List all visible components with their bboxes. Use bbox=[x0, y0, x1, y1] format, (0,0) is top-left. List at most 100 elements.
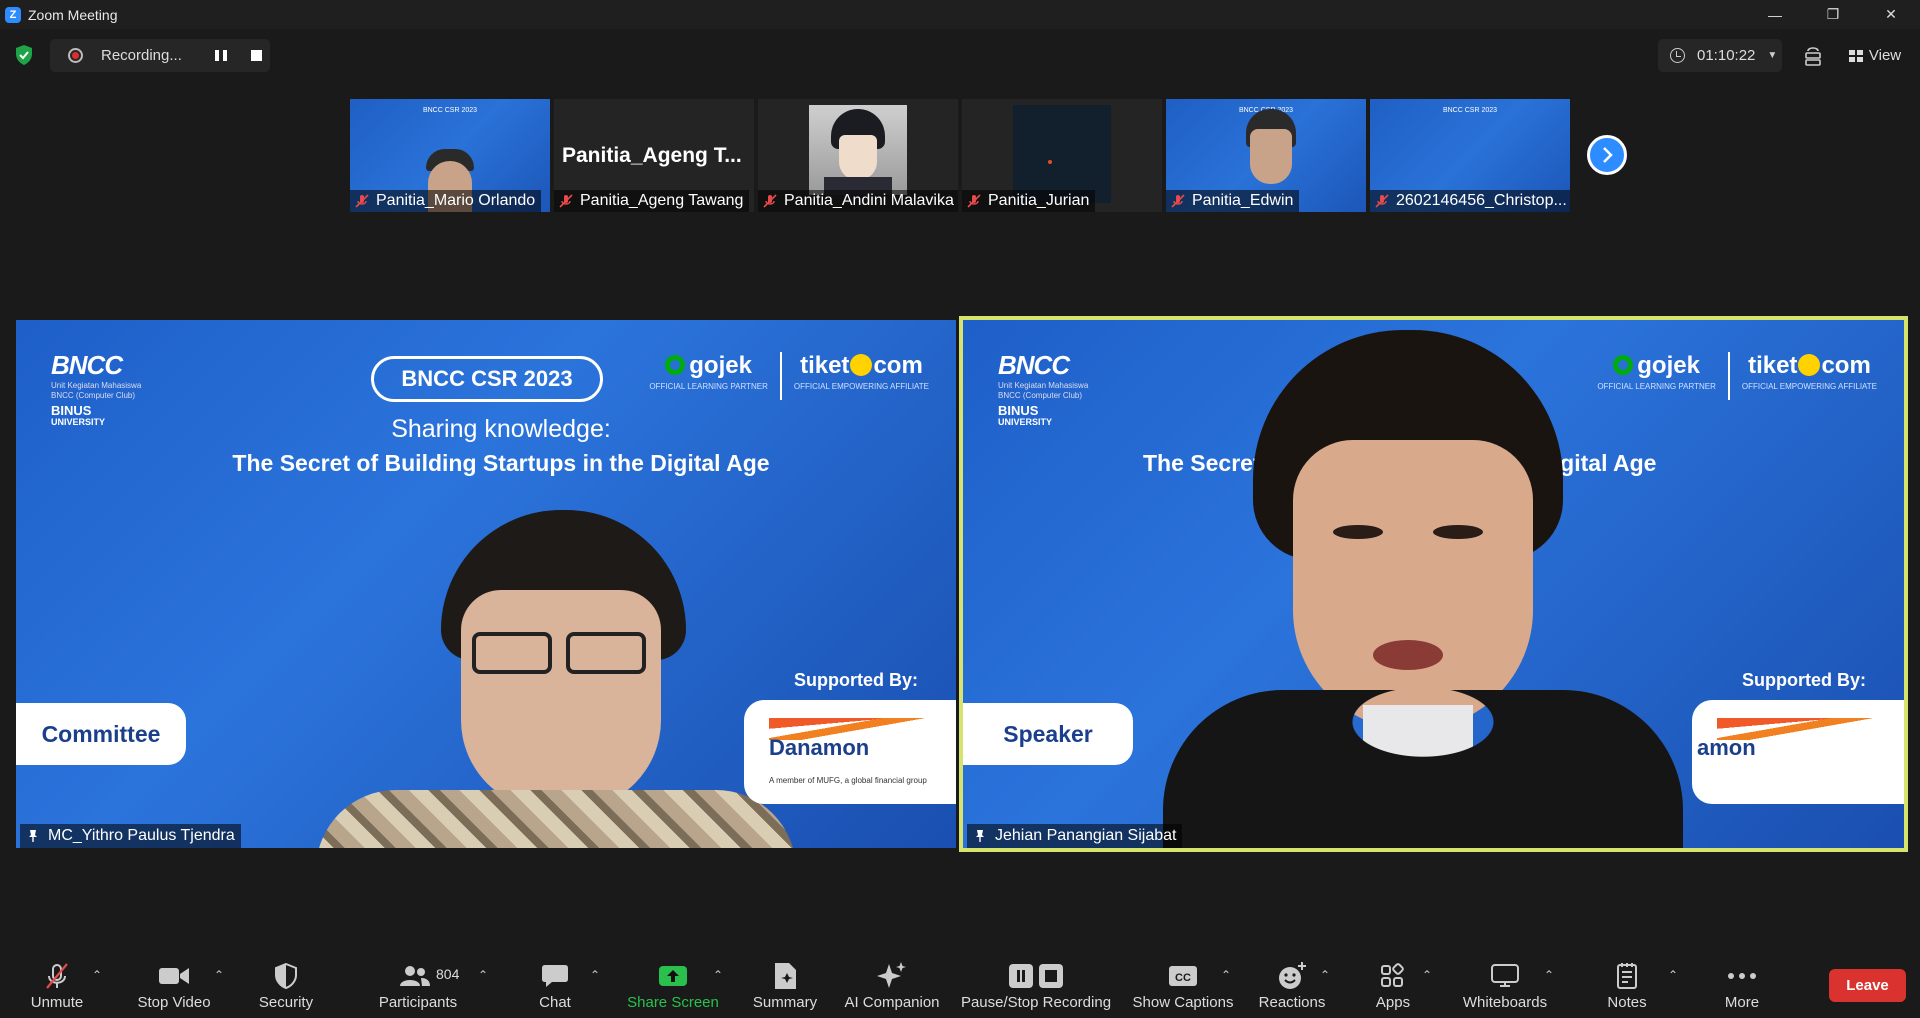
close-button[interactable]: ✕ bbox=[1862, 0, 1920, 29]
share-screen-button[interactable]: Share Screen bbox=[625, 959, 721, 1017]
chat-options-button[interactable]: ⌃ bbox=[586, 966, 604, 984]
share-screen-label: Share Screen bbox=[627, 994, 719, 1011]
more-button[interactable]: More bbox=[1716, 959, 1768, 1017]
leave-button[interactable]: Leave bbox=[1829, 969, 1906, 1002]
org-name: BNCC bbox=[51, 350, 123, 380]
immersive-layout-button[interactable] bbox=[1798, 41, 1828, 71]
meeting-toolbar: Unmute ⌃ Stop Video ⌃ Security Participa… bbox=[0, 948, 1920, 1018]
muted-mic-icon bbox=[355, 194, 369, 208]
chat-bubble-icon bbox=[542, 965, 568, 987]
participant-name: Panitia_Andini Malavika bbox=[784, 192, 954, 209]
layout-icon bbox=[1805, 47, 1821, 66]
participant-face bbox=[1250, 129, 1292, 184]
recording-label: Recording... bbox=[101, 47, 182, 64]
ai-companion-button[interactable]: AI Companion bbox=[842, 959, 942, 1017]
filmstrip-tile[interactable]: Panitia_Andini Malavika bbox=[758, 99, 958, 212]
partner-gojek: gojek OFFICIAL LEARNING PARTNER bbox=[1585, 352, 1728, 391]
partner-role: OFFICIAL EMPOWERING AFFILIATE bbox=[1741, 382, 1877, 391]
chevron-right-icon bbox=[1603, 147, 1613, 163]
participant-name: Panitia_Mario Orlando bbox=[376, 192, 536, 209]
sparkle-icon bbox=[877, 962, 906, 988]
muted-mic-icon bbox=[46, 963, 68, 989]
supported-by: Supported By: bbox=[1742, 670, 1866, 690]
filmstrip-tile[interactable]: Panitia_Ageng T... Panitia_Ageng Tawang bbox=[554, 99, 754, 212]
notes-label: Notes bbox=[1607, 994, 1647, 1011]
unmute-label: Unmute bbox=[30, 994, 84, 1011]
org-name: BNCC bbox=[998, 350, 1070, 380]
slide-headline: The Secret of Building Startups in the D… bbox=[232, 450, 770, 476]
recording-indicator: Recording... bbox=[50, 39, 270, 72]
reactions-options-button[interactable]: ⌃ bbox=[1316, 966, 1334, 984]
filmstrip-tile[interactable]: BNCC CSR 2023 Panitia_Mario Orlando bbox=[350, 99, 550, 212]
meeting-timer[interactable]: 01:10:22 ▼ bbox=[1658, 39, 1782, 72]
chevron-down-icon: ▼ bbox=[1767, 50, 1778, 61]
zoom-meeting-window: Z Zoom Meeting — ❐ ✕ Recording... 01:10:… bbox=[0, 0, 1920, 1018]
whiteboard-icon bbox=[1491, 964, 1519, 987]
pin-icon bbox=[976, 830, 984, 842]
video-options-button[interactable]: ⌃ bbox=[210, 966, 228, 984]
more-label: More bbox=[1724, 994, 1760, 1011]
avatar bbox=[809, 105, 907, 195]
pause-stop-recording-button[interactable]: Pause/Stop Recording bbox=[956, 959, 1116, 1017]
participant-name: Panitia_Edwin bbox=[1192, 192, 1294, 209]
pause-recording-icon[interactable] bbox=[215, 50, 227, 61]
pause-stop-icon bbox=[1009, 964, 1063, 988]
summary-label: Summary bbox=[752, 994, 818, 1011]
grid-icon bbox=[1848, 49, 1863, 62]
security-button[interactable]: Security bbox=[250, 959, 322, 1017]
partner-name: gojek bbox=[689, 352, 752, 379]
whiteboards-options-button[interactable]: ⌃ bbox=[1540, 966, 1558, 984]
muted-mic-icon bbox=[763, 194, 777, 208]
stop-video-button[interactable]: Stop Video bbox=[134, 959, 214, 1017]
video-tile-speaker[interactable]: BNCC Unit Kegiatan Mahasiswa BNCC (Compu… bbox=[959, 316, 1908, 852]
stop-recording-icon[interactable] bbox=[251, 50, 262, 61]
timer-value: 01:10:22 bbox=[1697, 47, 1756, 64]
partner-gojek: gojek OFFICIAL LEARNING PARTNER bbox=[637, 352, 780, 391]
event-badge: BNCC CSR 2023 bbox=[371, 356, 603, 402]
sponsor-card: Danamon A member of MUFG, a global finan… bbox=[744, 700, 956, 804]
participant-name-tag: Panitia_Andini Malavika bbox=[758, 190, 958, 212]
minimize-button[interactable]: — bbox=[1746, 0, 1804, 29]
partner-role: OFFICIAL EMPOWERING AFFILIATE bbox=[793, 382, 929, 391]
notes-icon bbox=[1617, 963, 1637, 989]
univ-name: BINUS bbox=[998, 403, 1039, 418]
filmstrip-next-button[interactable] bbox=[1587, 135, 1627, 175]
captions-icon: CC bbox=[1169, 966, 1197, 986]
video-tile-mc[interactable]: BNCC Unit Kegiatan Mahasiswa BNCC (Compu… bbox=[16, 320, 956, 848]
security-shield-icon bbox=[275, 963, 297, 989]
security-label: Security bbox=[258, 994, 314, 1011]
participant-name: MC_Yithro Paulus Tjendra bbox=[48, 827, 235, 844]
summary-button[interactable]: Summary bbox=[748, 959, 822, 1017]
notes-options-button[interactable]: ⌃ bbox=[1664, 966, 1682, 984]
partner-role: OFFICIAL LEARNING PARTNER bbox=[649, 382, 768, 391]
participant-name-tag: Jehian Panangian Sijabat bbox=[967, 824, 1183, 848]
participants-count: 804 bbox=[436, 966, 460, 982]
participant-name-tag: Panitia_Jurian bbox=[962, 190, 1096, 212]
more-dots-icon bbox=[1728, 973, 1756, 979]
partner-name-suffix: com bbox=[1821, 352, 1871, 379]
restore-button[interactable]: ❐ bbox=[1804, 0, 1862, 29]
muted-mic-icon bbox=[559, 194, 573, 208]
filmstrip-tile[interactable]: BNCC CSR 2023 2602146456_Christop... bbox=[1370, 99, 1570, 212]
captions-options-button[interactable]: ⌃ bbox=[1217, 966, 1235, 984]
apps-options-button[interactable]: ⌃ bbox=[1418, 966, 1436, 984]
apps-button[interactable]: Apps bbox=[1368, 959, 1418, 1017]
org-subtitle: Unit Kegiatan Mahasiswa BNCC (Computer C… bbox=[51, 381, 142, 400]
filmstrip-tile[interactable]: BNCC CSR 2023 Panitia_Edwin bbox=[1166, 99, 1366, 212]
encryption-shield-icon[interactable] bbox=[13, 44, 35, 66]
unmute-button[interactable]: Unmute bbox=[27, 959, 87, 1017]
partners: gojek OFFICIAL LEARNING PARTNER tiket com… bbox=[1585, 352, 1889, 400]
view-button[interactable]: View bbox=[1839, 39, 1911, 72]
window-title: Zoom Meeting bbox=[28, 6, 118, 23]
notes-button[interactable]: Notes bbox=[1600, 959, 1654, 1017]
share-options-button[interactable]: ⌃ bbox=[709, 966, 727, 984]
participants-options-button[interactable]: ⌃ bbox=[474, 966, 492, 984]
org-subtitle: Unit Kegiatan Mahasiswa BNCC (Computer C… bbox=[998, 381, 1089, 400]
zoom-logo-icon: Z bbox=[5, 6, 21, 23]
chat-label: Chat bbox=[539, 994, 571, 1011]
filmstrip-tile[interactable]: Panitia_Jurian bbox=[962, 99, 1162, 212]
audio-options-button[interactable]: ⌃ bbox=[88, 966, 106, 984]
chat-button[interactable]: Chat bbox=[530, 959, 580, 1017]
supported-by: Supported By: bbox=[794, 670, 918, 690]
share-screen-icon bbox=[659, 966, 687, 986]
